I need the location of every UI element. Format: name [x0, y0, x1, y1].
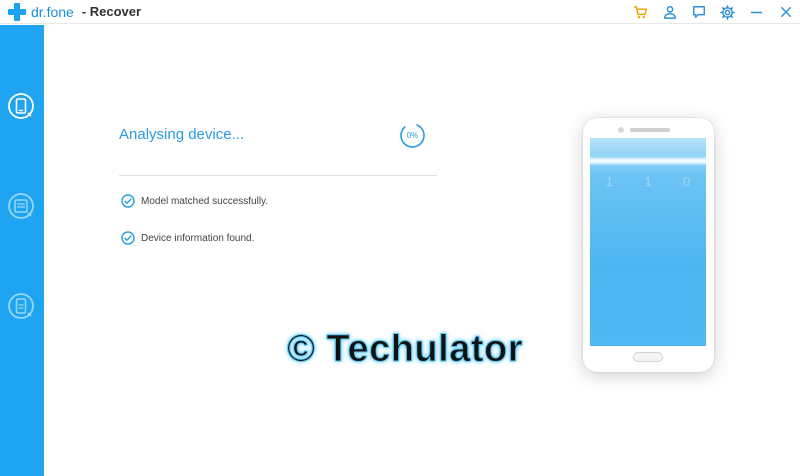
phone-illustration: 1 1 0 [583, 118, 714, 372]
screen-digits: 1 1 0 [590, 174, 706, 189]
step-label: Device information found. [141, 232, 255, 244]
check-circle-icon [121, 194, 135, 208]
screen-digit: 1 [605, 174, 613, 189]
watermark-text: © Techulator [287, 328, 524, 371]
step-label: Model matched successfully. [141, 195, 269, 207]
settings-icon [720, 4, 735, 20]
user-icon [663, 6, 676, 19]
brand-name: dr.fone [31, 4, 74, 20]
cart-button[interactable] [626, 0, 655, 24]
drfone-plus-icon [8, 3, 26, 21]
close-icon [780, 6, 791, 18]
window-title: - Recover [81, 4, 142, 19]
minimize-button[interactable] [742, 0, 771, 24]
title-bar: dr.fone - Recover [0, 0, 800, 24]
cart-icon [633, 5, 648, 18]
phone-recover-icon [8, 93, 34, 119]
watermark: © Techulator [283, 328, 524, 376]
app-window: dr.fone - Recover Analysing device... 0%… [0, 0, 800, 476]
progress-ring: 0% [399, 122, 426, 149]
itunes-recover-icon [8, 193, 34, 219]
close-button[interactable] [771, 0, 800, 24]
feedback-button[interactable] [684, 0, 713, 24]
phone-home-button [633, 352, 663, 362]
feedback-icon [692, 6, 705, 18]
minimize-icon [750, 11, 763, 13]
icloud-recover-icon [8, 293, 34, 319]
step-item: Device information found. [121, 231, 254, 245]
phone-screen: 1 1 0 [590, 138, 706, 346]
check-circle-icon [121, 231, 135, 245]
account-button[interactable] [655, 0, 684, 24]
status-divider [119, 175, 437, 176]
scan-line [590, 158, 706, 164]
settings-button[interactable] [713, 0, 742, 24]
sidebar-item-recover-from-device[interactable] [6, 91, 36, 121]
phone-speaker [630, 128, 670, 132]
window-controls [626, 0, 800, 24]
sidebar-item-recover-from-itunes[interactable] [6, 191, 36, 221]
screen-digit: 0 [683, 174, 691, 189]
app-logo: dr.fone - Recover [8, 3, 141, 21]
progress-percent: 0% [406, 131, 419, 140]
screen-digit: 1 [644, 174, 652, 189]
analysis-status-title: Analysing device... [119, 126, 245, 143]
step-item: Model matched successfully. [121, 194, 268, 208]
sidebar [0, 25, 44, 476]
phone-camera [618, 127, 624, 133]
sidebar-item-recover-from-icloud[interactable] [6, 291, 36, 321]
